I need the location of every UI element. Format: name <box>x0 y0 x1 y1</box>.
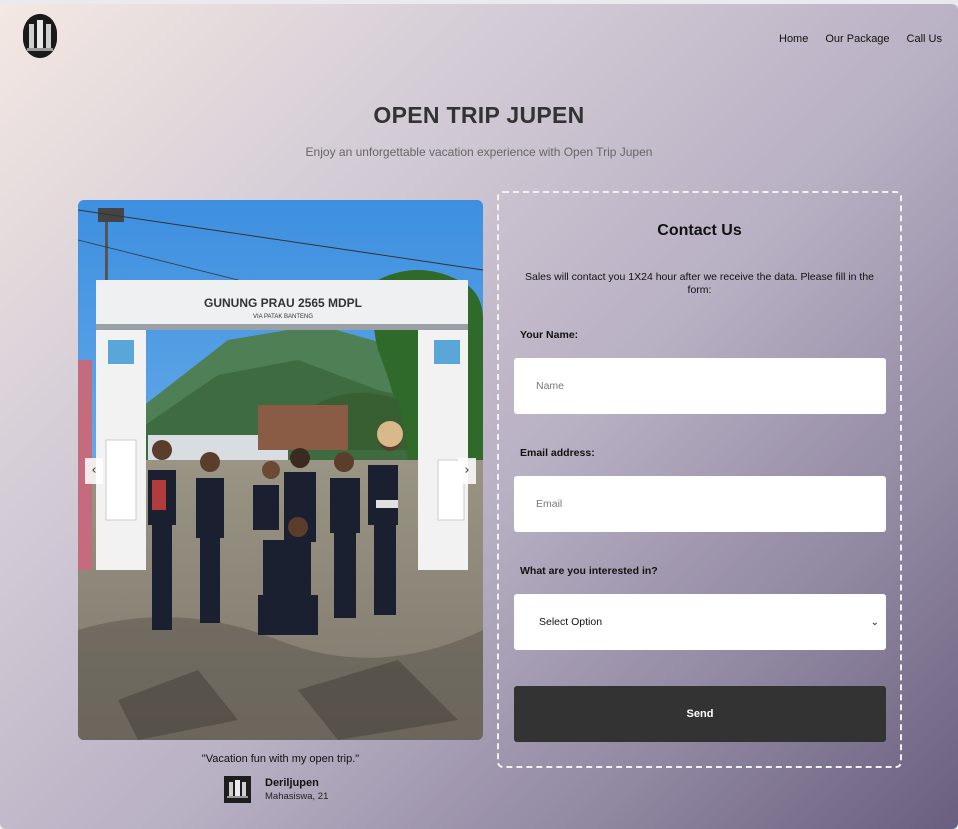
testimonial-author: Deriljupen Mahasiswa, 21 <box>224 776 328 803</box>
email-label: Email address: <box>520 447 595 459</box>
nav-our-package[interactable]: Our Package <box>825 33 889 45</box>
chevron-down-icon: ⌄ <box>870 616 879 628</box>
contact-form: Contact Us Sales will contact you 1X24 h… <box>497 191 902 768</box>
avatar <box>224 776 251 803</box>
interest-select[interactable]: Select Option ⌄ <box>514 594 886 650</box>
send-button[interactable]: Send <box>514 686 886 742</box>
form-description: Sales will contact you 1X24 hour after w… <box>524 271 875 296</box>
interest-label: What are you interested in? <box>520 565 658 577</box>
name-label: Your Name: <box>520 329 579 341</box>
carousel-prev-button[interactable]: ‹ <box>85 458 103 484</box>
author-name: Deriljupen <box>265 777 319 789</box>
author-role: Mahasiswa, 21 <box>265 791 329 802</box>
page-subtitle: Enjoy an unforgettable vacation experien… <box>305 145 653 159</box>
main-nav: Home Our Package Call Us <box>779 33 942 45</box>
avatar-image <box>224 776 251 803</box>
logo[interactable] <box>23 14 57 58</box>
testimonial-quote: "Vacation fun with my open trip." <box>201 753 360 765</box>
email-input[interactable] <box>514 476 886 532</box>
nav-call-us[interactable]: Call Us <box>907 33 942 45</box>
name-input[interactable] <box>514 358 886 414</box>
photo-carousel: GUNUNG PRAU 2565 MDPL VIA PATAK BANTENG <box>78 200 483 740</box>
gate-sign-subtitle: VIA PATAK BANTENG <box>253 314 313 320</box>
logo-image <box>23 14 57 58</box>
nav-home[interactable]: Home <box>779 33 808 45</box>
page: Home Our Package Call Us OPEN TRIP JUPEN… <box>0 4 958 829</box>
page-title: OPEN TRIP JUPEN <box>373 102 585 128</box>
interest-select-value: Select Option <box>539 616 603 628</box>
carousel-next-button[interactable]: › <box>458 458 476 484</box>
gate-sign-title: GUNUNG PRAU 2565 MDPL <box>204 296 362 310</box>
form-title: Contact Us <box>657 222 742 239</box>
trip-photo: GUNUNG PRAU 2565 MDPL VIA PATAK BANTENG <box>78 200 483 740</box>
